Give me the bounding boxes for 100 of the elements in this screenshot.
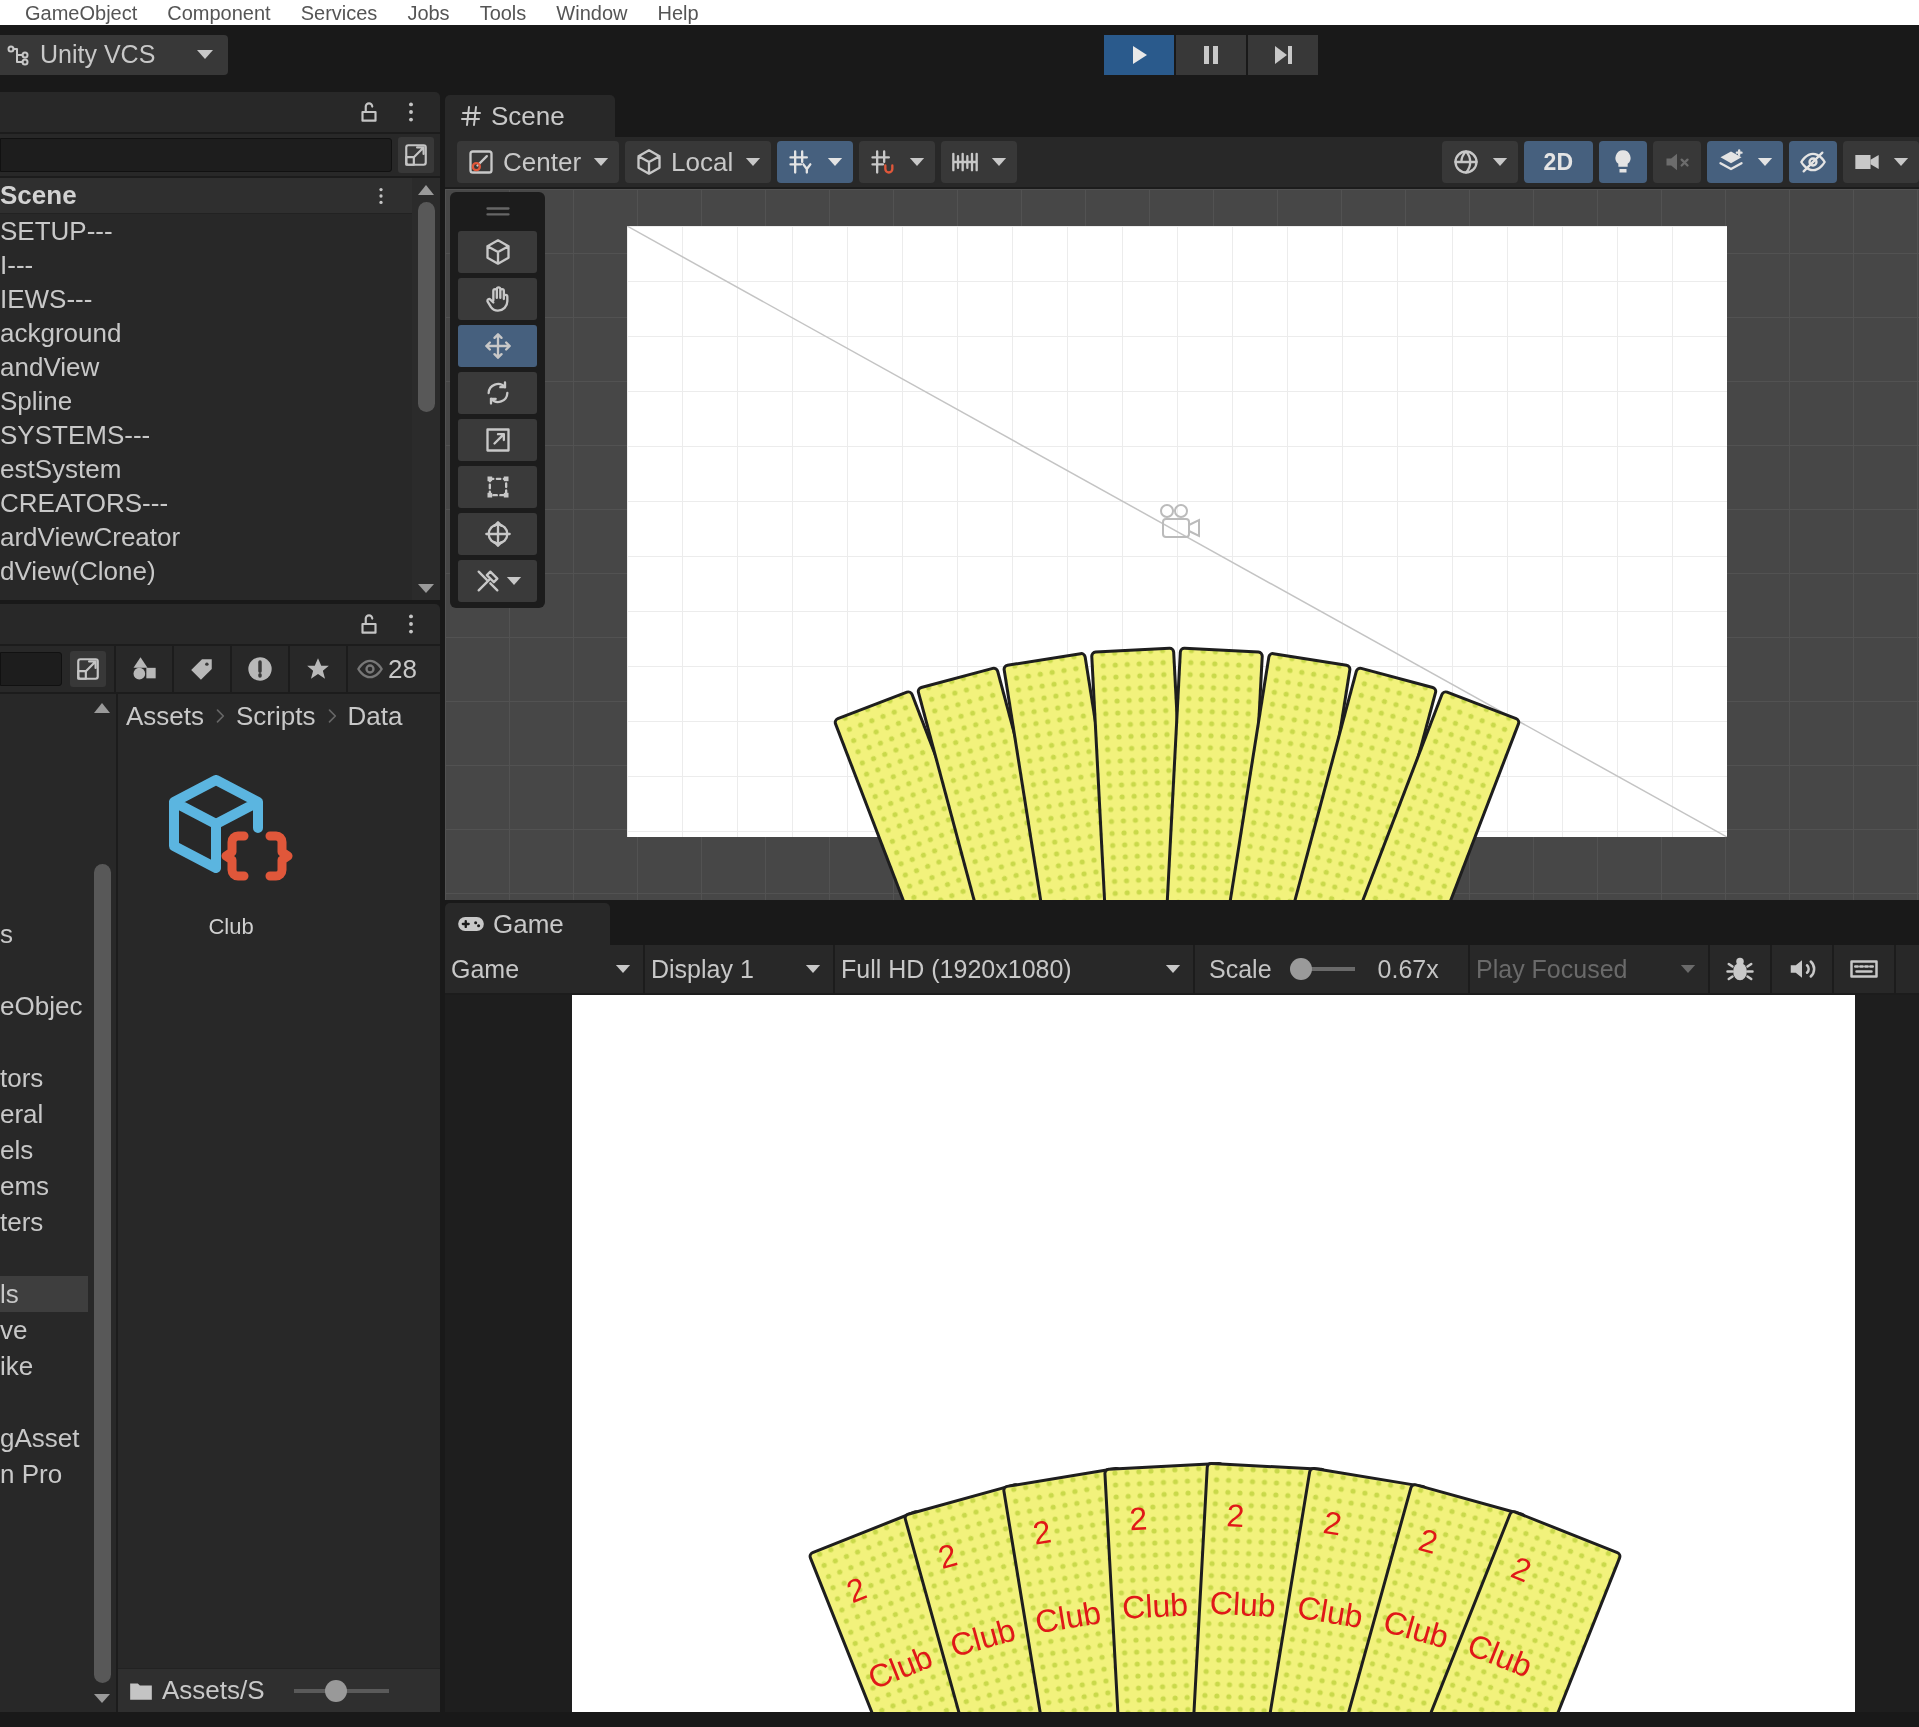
hierarchy-item[interactable]: dView(Clone) — [0, 554, 412, 588]
caret-icon — [1680, 964, 1696, 974]
card-suit: Club — [946, 1611, 1020, 1664]
rect-tool-button[interactable] — [458, 466, 537, 508]
pause-button[interactable] — [1176, 34, 1246, 75]
hierarchy-item[interactable]: SYSTEMS--- — [0, 418, 412, 452]
folder-tree-item[interactable]: ike — [0, 1348, 88, 1384]
popout-button[interactable] — [398, 137, 434, 173]
transform-tool-button[interactable] — [458, 513, 537, 555]
hierarchy-item[interactable]: CREATORS--- — [0, 486, 412, 520]
folder-tree-item[interactable]: gAsset — [0, 1420, 88, 1456]
caret-icon — [745, 157, 762, 167]
grid-snap-button[interactable] — [777, 141, 854, 183]
caret-icon — [1165, 964, 1181, 974]
orientation-dropdown[interactable]: Local — [625, 141, 772, 183]
folder-tree-item[interactable]: tors — [0, 1060, 88, 1096]
cube-icon — [635, 148, 664, 176]
menu-item[interactable]: Help — [657, 1, 699, 24]
menu-item[interactable]: Tools — [479, 1, 527, 24]
hand-tool-button[interactable] — [458, 278, 537, 320]
popout-icon — [75, 656, 101, 682]
folder-tree-item[interactable]: ve — [0, 1312, 88, 1348]
scroll-down-icon[interactable] — [417, 583, 435, 594]
card-rank: 2 — [1414, 1521, 1442, 1561]
hierarchy-item[interactable]: IEWS--- — [0, 282, 412, 316]
caret-icon — [827, 157, 844, 167]
scale-tool-button[interactable] — [458, 419, 537, 461]
hierarchy-item[interactable]: ackground — [0, 316, 412, 350]
step-button[interactable] — [1248, 34, 1318, 75]
popout-button[interactable] — [70, 651, 106, 687]
slider-thumb[interactable] — [1289, 958, 1312, 980]
selected-path: Assets/S — [162, 1675, 265, 1706]
scrollbar-thumb[interactable] — [417, 202, 435, 412]
menu-item[interactable]: Component — [167, 1, 271, 24]
view-dropdown[interactable]: Game — [445, 945, 645, 993]
increment-snap-button[interactable] — [859, 141, 936, 183]
pivot-icon — [467, 148, 495, 176]
pivot-dropdown[interactable]: Center — [457, 141, 620, 183]
hierarchy-item[interactable]: I--- — [0, 248, 412, 282]
breadcrumb-link[interactable]: Assets — [126, 700, 205, 732]
custom-tool-button[interactable] — [458, 560, 537, 602]
camera-button[interactable] — [1843, 141, 1919, 183]
menu-item[interactable]: GameObject — [25, 1, 138, 24]
lighting-button[interactable] — [1599, 141, 1647, 183]
slider-thumb[interactable] — [325, 1679, 348, 1702]
cube-icon — [483, 238, 512, 266]
move-tool-button[interactable] — [458, 325, 537, 367]
visibility-button[interactable] — [1789, 141, 1837, 183]
card-suit: Club — [1379, 1603, 1453, 1656]
menu-item[interactable]: Window — [556, 1, 628, 24]
display-dropdown[interactable]: Display 1 — [645, 945, 835, 993]
menu-item[interactable]: Services — [300, 1, 378, 24]
scale-label: Scale — [1209, 954, 1272, 984]
play-button[interactable] — [1104, 34, 1174, 75]
breadcrumb-link[interactable]: Data — [347, 700, 403, 732]
2d-mode-button[interactable]: 2D — [1523, 141, 1593, 183]
grid-visibility-button[interactable] — [941, 141, 1018, 183]
folder-tree-item[interactable]: ters — [0, 1204, 88, 1240]
popout-icon — [403, 142, 429, 168]
folder-tree-item[interactable]: eObjec — [0, 988, 88, 1024]
scene-tab[interactable]: Scene — [445, 95, 615, 137]
rotate-tool-button[interactable] — [458, 372, 537, 414]
folder-tree-item[interactable]: ls — [0, 1276, 88, 1312]
folder-tree-item[interactable]: s — [0, 916, 88, 952]
hierarchy-item[interactable]: estSystem — [0, 452, 412, 486]
scroll-down-icon[interactable] — [93, 1693, 111, 1704]
scene-name[interactable]: Scene — [0, 180, 77, 211]
breadcrumb-link[interactable]: Scripts — [236, 700, 316, 732]
hierarchy-item[interactable]: Spline — [0, 384, 412, 418]
hidden-count: 28 — [388, 653, 417, 685]
scroll-up-icon[interactable] — [93, 702, 111, 714]
folder-tree-item[interactable]: n Pro — [0, 1456, 88, 1492]
game-tab[interactable]: Game — [445, 903, 610, 945]
caret-icon — [805, 964, 821, 974]
caret-icon — [593, 157, 610, 167]
hierarchy-item[interactable]: ardViewCreator — [0, 520, 412, 554]
card-suit: Club — [1462, 1626, 1538, 1685]
folder-tree-item[interactable]: eral — [0, 1096, 88, 1132]
folder-tree-item[interactable]: ems — [0, 1168, 88, 1204]
caret-icon — [1491, 157, 1508, 167]
scrollbar-thumb[interactable] — [93, 864, 111, 1683]
hierarchy-item[interactable]: SETUP--- — [0, 214, 412, 248]
card-suit: Club — [1032, 1594, 1104, 1641]
version-control-button[interactable]: Unity VCS — [0, 34, 228, 75]
asset-name[interactable]: Club — [208, 914, 254, 940]
hierarchy-item[interactable]: andView — [0, 350, 412, 384]
cube-tool-button[interactable] — [458, 231, 537, 273]
scroll-up-icon[interactable] — [417, 184, 435, 196]
grid-hash-icon — [459, 104, 483, 128]
effects-button[interactable] — [1707, 141, 1783, 183]
card-rank: 2 — [1506, 1549, 1537, 1590]
shading-mode-button[interactable] — [1441, 141, 1518, 183]
card-rank: 2 — [1128, 1500, 1149, 1538]
resolution-dropdown[interactable]: Full HD (1920x1080) — [835, 945, 1195, 993]
caret-icon — [1757, 157, 1773, 167]
move-icon — [483, 332, 512, 360]
folder-tree-item[interactable]: els — [0, 1132, 88, 1168]
caret-icon — [196, 49, 214, 60]
transform-icon — [483, 520, 512, 548]
menu-item[interactable]: Jobs — [407, 1, 450, 24]
